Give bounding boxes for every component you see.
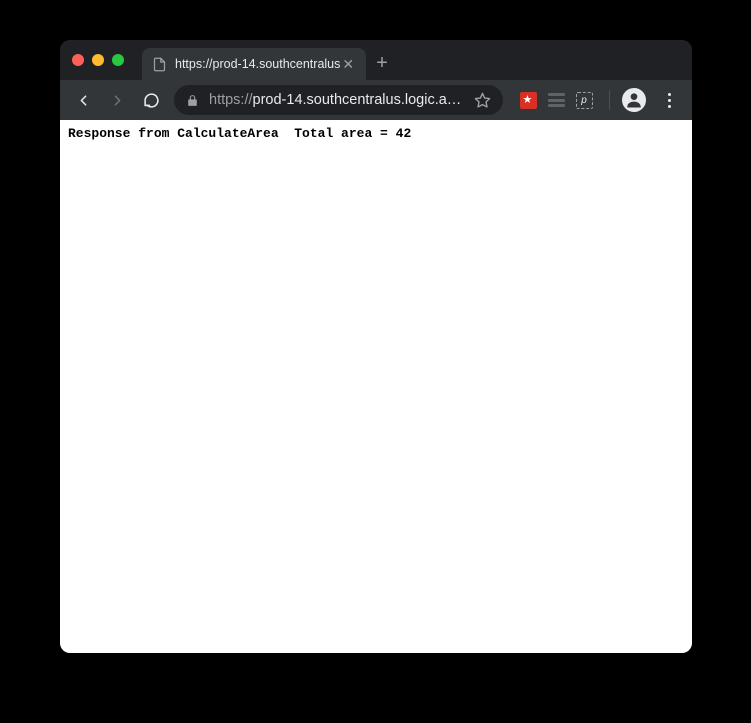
- window-controls: [72, 54, 124, 66]
- response-text: Response from CalculateArea Total area =…: [68, 126, 684, 141]
- extension-pocket-icon[interactable]: p: [571, 87, 597, 113]
- browser-window: https://prod-14.southcentralus ✕ +: [60, 40, 692, 653]
- minimize-window-button[interactable]: [92, 54, 104, 66]
- url-text: https://prod-14.southcentralus.logic.az.…: [209, 92, 466, 108]
- tab-title: https://prod-14.southcentralus: [175, 57, 340, 71]
- tab-strip: https://prod-14.southcentralus ✕ +: [60, 40, 692, 80]
- extension-lastpass-icon[interactable]: [515, 87, 541, 113]
- lock-icon: [186, 94, 199, 107]
- browser-tab[interactable]: https://prod-14.southcentralus ✕: [142, 48, 366, 80]
- page-icon: [152, 57, 167, 72]
- back-button[interactable]: [68, 85, 98, 115]
- url-host: prod-14.southcentralus.logic.az...: [253, 92, 466, 108]
- profile-avatar-button[interactable]: [622, 88, 646, 112]
- extensions: p: [511, 87, 601, 113]
- address-bar[interactable]: https://prod-14.southcentralus.logic.az.…: [174, 85, 503, 115]
- bookmark-star-icon[interactable]: [474, 92, 491, 109]
- toolbar: https://prod-14.southcentralus.logic.az.…: [60, 80, 692, 120]
- maximize-window-button[interactable]: [112, 54, 124, 66]
- close-window-button[interactable]: [72, 54, 84, 66]
- reload-button[interactable]: [136, 85, 166, 115]
- extension-buffer-icon[interactable]: [543, 87, 569, 113]
- forward-button[interactable]: [102, 85, 132, 115]
- menu-button[interactable]: [654, 85, 684, 115]
- close-tab-icon[interactable]: ✕: [340, 55, 356, 73]
- page-content: Response from CalculateArea Total area =…: [60, 120, 692, 653]
- url-protocol: https://: [209, 92, 253, 108]
- toolbar-divider: [609, 90, 610, 110]
- new-tab-button[interactable]: +: [366, 48, 398, 79]
